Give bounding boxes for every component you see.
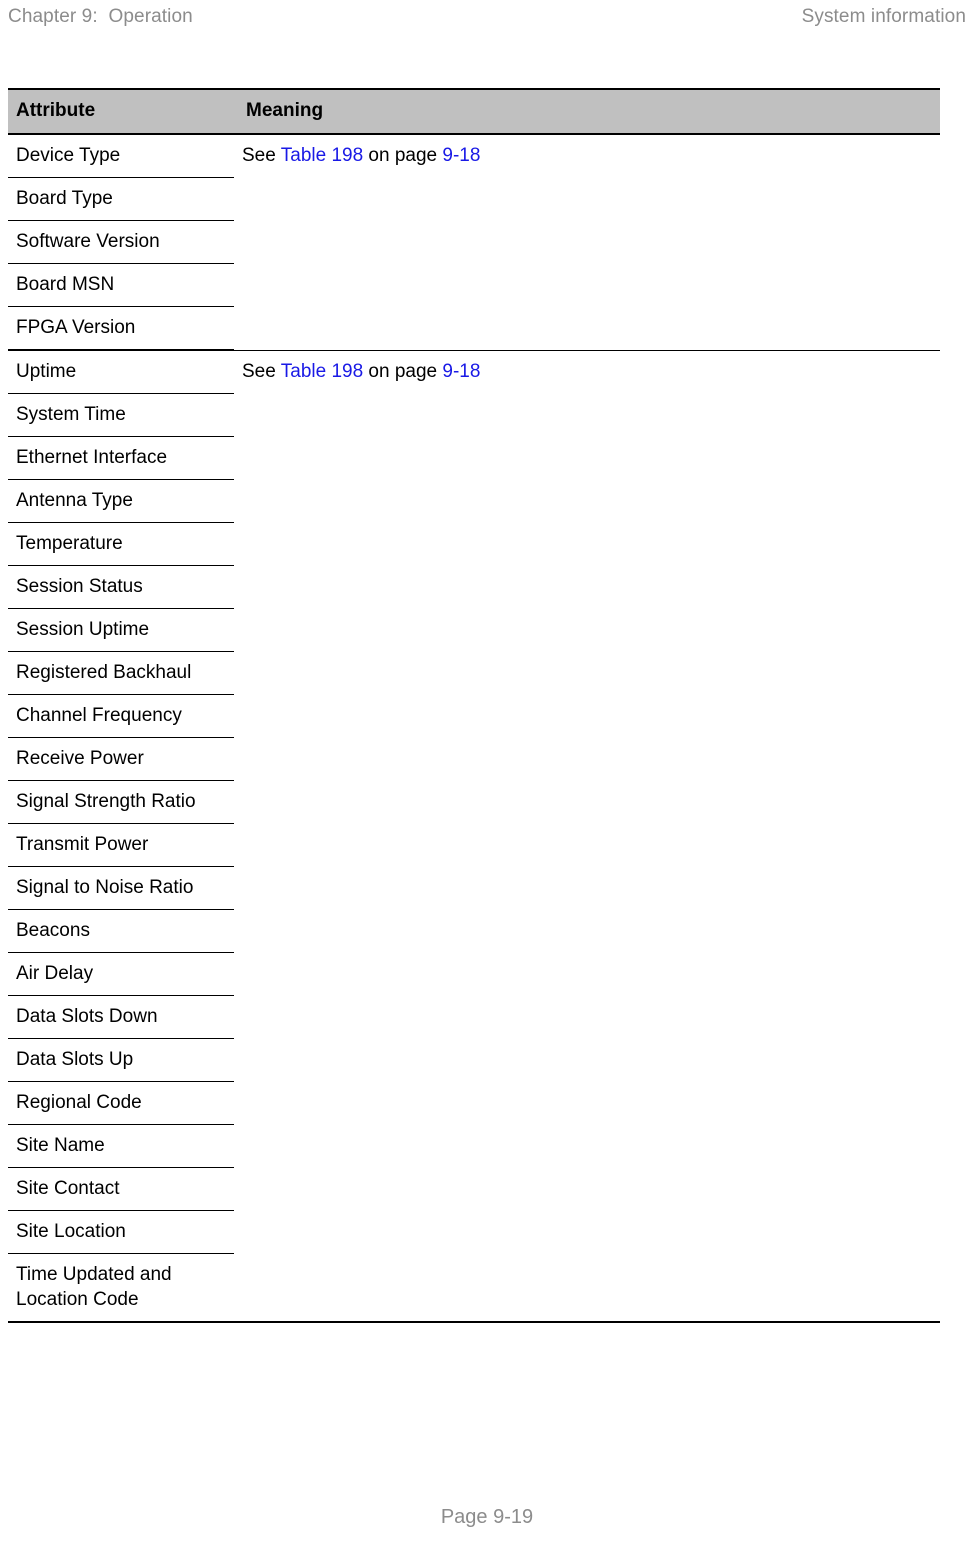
attribute-cell: Data Slots Down bbox=[8, 995, 234, 1039]
meaning-middle-text: on page bbox=[363, 360, 443, 382]
attribute-cell: Software Version bbox=[8, 220, 234, 264]
table-head: Attribute Meaning bbox=[8, 88, 940, 135]
attribute-cell: Signal to Noise Ratio bbox=[8, 866, 234, 910]
attribute-cell: Receive Power bbox=[8, 737, 234, 781]
page-reference-link[interactable]: 9-18 bbox=[442, 361, 480, 382]
attribute-cell: Air Delay bbox=[8, 952, 234, 996]
meaning-prefix-text: See bbox=[242, 145, 281, 166]
column-header-attribute: Attribute bbox=[8, 88, 234, 135]
attribute-cell: Channel Frequency bbox=[8, 694, 234, 738]
table-header-row: Attribute Meaning bbox=[8, 88, 940, 135]
meaning-cell: See Table 198 on page 9-18 bbox=[234, 134, 940, 351]
attribute-cell: Antenna Type bbox=[8, 479, 234, 523]
running-head-section: System information bbox=[801, 6, 966, 27]
attribute-cell: Temperature bbox=[8, 522, 234, 566]
attribute-cell: Transmit Power bbox=[8, 823, 234, 867]
attribute-cell: Regional Code bbox=[8, 1081, 234, 1125]
attribute-cell: Time Updated and Location Code bbox=[8, 1253, 234, 1323]
attribute-cell: FPGA Version bbox=[8, 306, 234, 351]
running-head: Chapter 9: Operation System information bbox=[0, 0, 974, 36]
meaning-prefix-text: See bbox=[242, 360, 281, 382]
table-reference-link[interactable]: Table 198 bbox=[281, 361, 363, 382]
attribute-cell: Board Type bbox=[8, 177, 234, 221]
attribute-cell: Device Type bbox=[8, 134, 234, 178]
attribute-cell: Session Status bbox=[8, 565, 234, 609]
attribute-cell: Session Uptime bbox=[8, 608, 234, 652]
attribute-cell: Site Contact bbox=[8, 1167, 234, 1211]
attribute-cell: Uptime bbox=[8, 350, 234, 394]
attribute-cell: Ethernet Interface bbox=[8, 436, 234, 480]
attribute-cell: Data Slots Up bbox=[8, 1038, 234, 1082]
attribute-cell: System Time bbox=[8, 393, 234, 437]
meaning-middle-text: on page bbox=[363, 145, 443, 166]
table-body: Device Type See Table 198 on page 9-18 Boa… bbox=[8, 134, 940, 1323]
system-information-table-wrap: Attribute Meaning Device Type See Table 1… bbox=[8, 88, 940, 1323]
attribute-cell: Site Name bbox=[8, 1124, 234, 1168]
attribute-cell: Registered Backhaul bbox=[8, 651, 234, 695]
meaning-cell: See Table 198 on page 9-18 bbox=[234, 350, 940, 1323]
attribute-cell: Beacons bbox=[8, 909, 234, 953]
attribute-cell: Site Location bbox=[8, 1210, 234, 1254]
page-reference-link[interactable]: 9-18 bbox=[442, 145, 480, 166]
column-header-meaning: Meaning bbox=[234, 88, 940, 135]
running-head-chapter: Chapter 9: Operation bbox=[8, 6, 193, 27]
table-row: Uptime See Table 198 on page 9-18 bbox=[8, 350, 940, 1323]
system-information-table: Attribute Meaning Device Type See Table 1… bbox=[8, 88, 940, 1323]
page-number-label: Page 9-19 bbox=[440, 1506, 534, 1528]
attribute-cell: Signal Strength Ratio bbox=[8, 780, 234, 824]
attribute-cell: Board MSN bbox=[8, 263, 234, 307]
page-footer: Page 9-19 bbox=[0, 1504, 974, 1530]
table-reference-link[interactable]: Table 198 bbox=[281, 145, 363, 166]
table-row: Device Type See Table 198 on page 9-18 bbox=[8, 134, 940, 351]
